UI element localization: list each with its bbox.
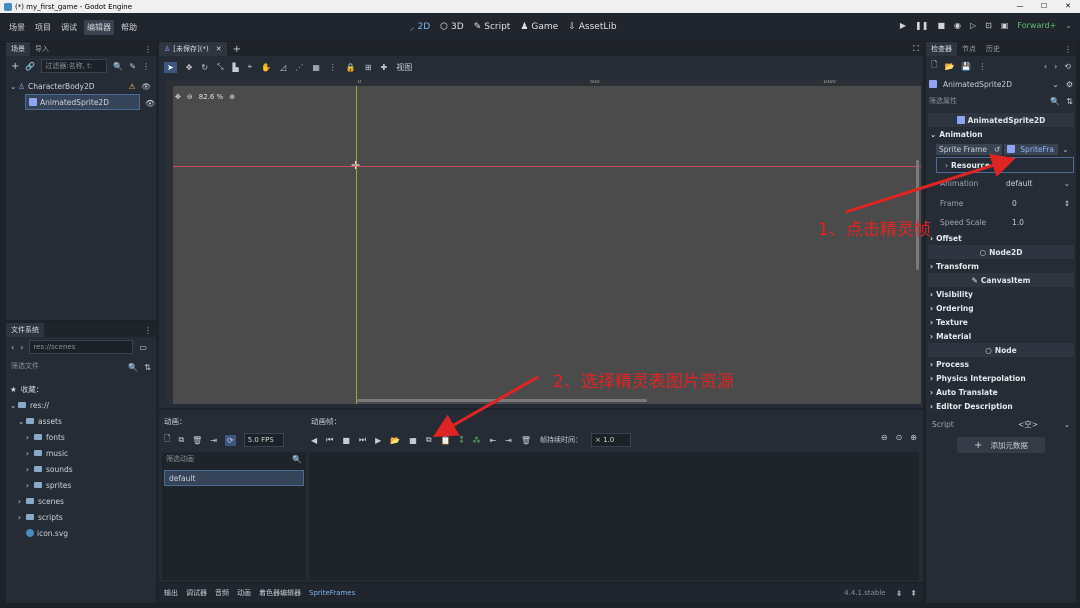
annotation-step1: 1、点击精灵帧 xyxy=(818,220,931,240)
annotation-arrows xyxy=(432,154,1016,437)
arrow-to-spritesheet-button xyxy=(432,375,539,437)
annotation-step2: 2、选择精灵表图片资源 xyxy=(553,372,734,392)
arrow-to-sprite-frames xyxy=(845,154,1016,214)
